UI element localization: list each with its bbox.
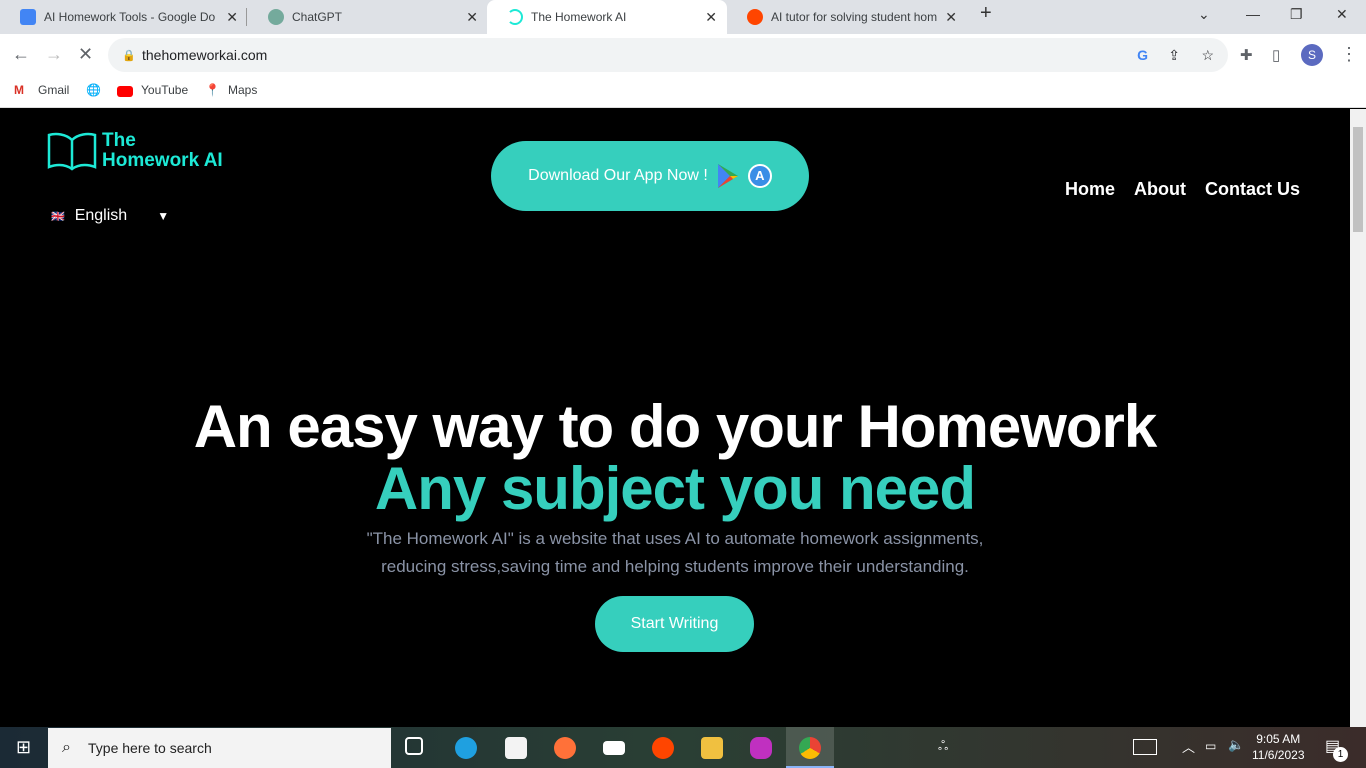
tab-google-docs[interactable]: AI Homework Tools - Google Do ✕ <box>0 0 248 34</box>
bookmark-youtube[interactable]: YouTube <box>141 83 188 97</box>
store-icon[interactable] <box>505 737 527 759</box>
close-window-button[interactable]: ✕ <box>1336 6 1348 23</box>
share-icon[interactable]: ⇪ <box>1168 47 1180 64</box>
bookmark-maps[interactable]: Maps <box>228 83 257 97</box>
chrome-taskbar-button[interactable] <box>786 727 834 768</box>
description-line: "The Homework AI" is a website that uses… <box>366 529 984 548</box>
url-text: thehomeworkai.com <box>142 47 268 63</box>
bookmark-star-icon[interactable]: ☆ <box>1201 47 1214 64</box>
hero-subheadline: Any subject you need <box>374 455 976 522</box>
download-label: Download Our App Now ! <box>528 167 708 184</box>
close-tab-icon[interactable]: ✕ <box>466 9 478 26</box>
bookmarks-bar: M Gmail 🌐 YouTube 📍 Maps <box>0 76 1366 108</box>
google-icon[interactable]: G <box>1137 47 1148 63</box>
firefox-icon[interactable] <box>554 737 576 759</box>
time: 9:05 AM <box>1256 732 1301 746</box>
task-view-icon[interactable] <box>405 737 423 755</box>
side-panel-icon[interactable]: ▯ <box>1272 46 1280 64</box>
lock-icon: 🔒 <box>122 49 136 62</box>
restore-button[interactable]: ❐ <box>1290 6 1303 23</box>
tab-title: AI tutor for solving student hom <box>771 10 938 24</box>
close-tab-icon[interactable]: ✕ <box>705 9 717 26</box>
tab-title: The Homework AI <box>531 10 627 24</box>
profile-avatar[interactable]: S <box>1301 44 1323 66</box>
search-icon: ⌕ <box>62 739 71 756</box>
menu-icon[interactable]: ⋮ <box>1340 44 1358 65</box>
app-store-icon: A <box>747 164 772 188</box>
new-tab-button[interactable]: + <box>980 2 992 25</box>
notification-count: 1 <box>1333 747 1348 762</box>
close-tab-icon[interactable]: ✕ <box>945 9 957 26</box>
download-app-button[interactable]: Download Our App Now ! A <box>491 141 809 211</box>
docs-icon <box>20 9 36 25</box>
date: 11/6/2023 <box>1252 748 1305 762</box>
taskbar-search[interactable]: ⌕ Type here to search <box>48 728 391 768</box>
loading-icon <box>507 9 523 25</box>
edge-icon[interactable] <box>455 737 477 759</box>
scrollbar-thumb[interactable] <box>1353 127 1363 232</box>
news-icon[interactable] <box>1133 739 1157 755</box>
nav-about[interactable]: About <box>1134 179 1186 200</box>
mail-icon[interactable] <box>603 741 625 755</box>
chrome-icon <box>799 737 821 759</box>
tab-bar: AI Homework Tools - Google Do ✕ ChatGPT ✕ … <box>0 0 1366 34</box>
logo-text: The <box>102 130 136 151</box>
youtube-icon <box>117 86 133 97</box>
book-icon <box>47 132 97 171</box>
browser-toolbar: ← → ✕ 🔒 thehomeworkai.com G ⇪ ☆ ✚ ▯ S ⋮ <box>0 34 1366 76</box>
gmail-icon: M <box>14 83 24 97</box>
stop-loading-button[interactable]: ✕ <box>78 44 93 65</box>
clock[interactable]: 9:05 AM 11/6/2023 <box>1252 731 1305 763</box>
hero-description: "The Homework AI" is a website that uses… <box>0 525 1350 581</box>
file-explorer-icon[interactable] <box>701 737 723 759</box>
people-icon[interactable]: ஃ <box>938 738 948 755</box>
logo-text: Homework AI <box>102 150 223 171</box>
start-writing-button[interactable]: Start Writing <box>595 596 754 652</box>
nav-contact-us[interactable]: Contact Us <box>1205 179 1300 200</box>
volume-icon[interactable]: 🔈 <box>1228 737 1244 753</box>
google-play-icon <box>717 164 738 188</box>
reddit-icon[interactable] <box>652 737 674 759</box>
close-tab-icon[interactable]: ✕ <box>226 9 238 26</box>
web-page: The Homework AI 🇬🇧 English ▼ Download Our A… <box>0 109 1350 727</box>
uk-flag-icon: 🇬🇧 <box>51 211 65 223</box>
tab-search-icon[interactable]: ⌄ <box>1198 6 1210 23</box>
minimize-button[interactable]: — <box>1246 6 1260 22</box>
reddit-icon <box>747 9 763 25</box>
wps-office-icon[interactable] <box>750 737 772 759</box>
address-bar[interactable]: 🔒 thehomeworkai.com G ⇪ ☆ <box>108 38 1228 72</box>
caret-down-icon: ▼ <box>157 209 170 223</box>
chevron-up-icon[interactable]: ︿ <box>1182 737 1195 756</box>
globe-icon[interactable]: 🌐 <box>86 83 101 97</box>
hero-headline: An easy way to do your Homework <box>193 393 1158 460</box>
nav-home[interactable]: Home <box>1065 179 1115 200</box>
site-logo[interactable]: The Homework AI <box>46 131 223 173</box>
windows-start-icon[interactable]: ⊞ <box>16 737 31 758</box>
extensions-icon[interactable]: ✚ <box>1240 46 1253 64</box>
search-placeholder: Type here to search <box>88 740 212 756</box>
description-line: reducing stress,saving time and helping … <box>381 557 969 576</box>
bookmark-gmail[interactable]: Gmail <box>38 83 69 97</box>
tab-title: AI Homework Tools - Google Do <box>44 10 216 24</box>
tab-title: ChatGPT <box>292 10 343 24</box>
back-button[interactable]: ← <box>12 44 30 65</box>
taskbar: ⊞ ⌕ Type here to search ஃ ︿ ▭ 🔈 9:05 AM 11… <box>0 727 1366 768</box>
language-label: English <box>74 207 128 224</box>
tab-homework-ai[interactable]: The Homework AI ✕ <box>487 0 727 34</box>
scrollbar[interactable] <box>1350 109 1366 727</box>
forward-button[interactable]: → <box>45 44 63 65</box>
language-selector[interactable]: 🇬🇧 English ▼ <box>51 207 169 225</box>
battery-icon[interactable]: ▭ <box>1205 739 1216 753</box>
maps-icon: 📍 <box>205 83 220 97</box>
chatgpt-icon <box>268 9 284 25</box>
tab-chatgpt[interactable]: ChatGPT ✕ <box>248 0 488 34</box>
tab-reddit[interactable]: AI tutor for solving student hom ✕ <box>727 0 967 34</box>
